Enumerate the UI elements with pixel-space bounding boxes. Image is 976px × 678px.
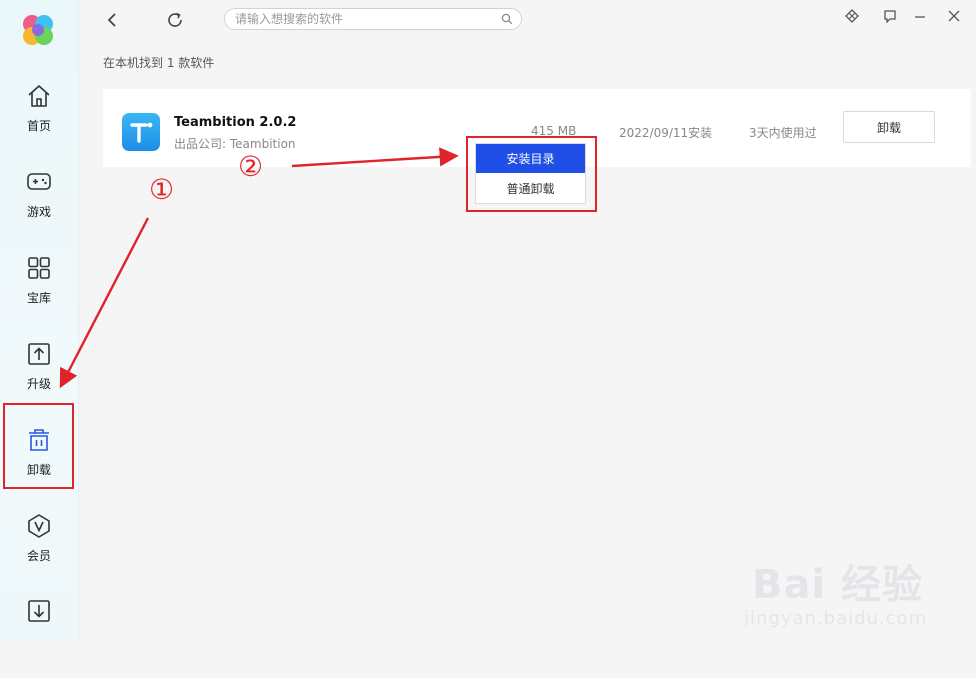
sidebar-item-label: 升级 [26,377,51,391]
skin-button[interactable] [842,6,862,26]
baidu-jingyan-watermark: Bai 经验 jingyan.baidu.com [744,534,974,640]
grid-icon [28,257,50,279]
sidebar-item-library[interactable]: 宝库 [0,255,78,335]
teambition-app-icon [122,113,160,151]
search-box[interactable] [224,8,522,30]
watermark-brand: Bai 经验 [752,562,924,608]
annotation-step-2: ② [238,150,264,183]
sidebar-item-label: 游戏 [26,205,51,219]
sidebar-item-label: 宝库 [26,291,51,305]
result-count-text: 在本机找到 1 款软件 [103,56,215,70]
watermark-url: jingyan.baidu.com [744,608,928,629]
refresh-icon [168,12,182,27]
home-icon [28,85,50,107]
sidebar: 首页 游戏 宝库 升级 卸载 会员 [0,0,79,642]
refresh-button[interactable] [164,9,186,31]
gamepad-icon [27,173,51,190]
upgrade-icon [28,343,50,365]
app-logo [23,15,53,45]
sidebar-item-label: 会员 [26,549,51,563]
close-icon [948,10,960,22]
sidebar-item-home[interactable]: 首页 [0,83,78,163]
sidebar-item-label: 首页 [26,119,51,133]
app-publisher: 出品公司: Teambition [174,137,296,151]
app-install-date: 2022/09/11安装 [619,126,713,140]
app-name: Teambition 2.0.2 [174,115,297,130]
app-usage: 3天内使用过 [749,126,817,140]
minimize-icon [915,16,925,18]
teambition-logo-icon [130,122,153,143]
annotation-step-1: ① [149,173,175,206]
sidebar-item-games[interactable]: 游戏 [0,169,78,249]
search-input[interactable] [235,11,495,27]
search-icon[interactable] [501,13,513,25]
uninstall-button[interactable]: 卸载 [843,111,935,143]
vip-icon [28,514,50,538]
minimize-button[interactable] [910,6,930,26]
back-button[interactable] [102,10,122,30]
highlight-box-uninstall [3,403,74,489]
close-button[interactable] [944,6,964,26]
download-icon [28,600,50,622]
sidebar-item-vip[interactable]: 会员 [0,513,78,593]
feedback-icon [884,10,896,23]
feedback-button[interactable] [880,6,900,26]
chevron-left-icon [107,13,116,27]
sidebar-item-download[interactable] [0,598,78,678]
diamond-icon [845,9,859,23]
highlight-box-dropdown [466,136,597,212]
